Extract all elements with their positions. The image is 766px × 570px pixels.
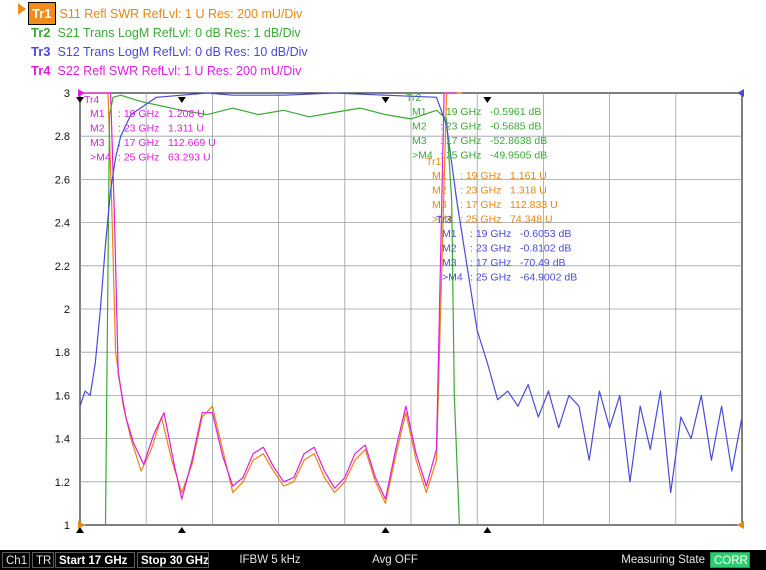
start-frequency[interactable]: Start 17 GHz (55, 552, 135, 568)
marker-row-value: 1.208 U (168, 108, 205, 120)
measuring-state: Measuring State (621, 554, 705, 566)
marker-row-value: -0.8102 dB (520, 243, 571, 255)
y-tick-label: 2 (64, 304, 70, 316)
trace-id-tr2[interactable]: Tr2 (28, 22, 54, 43)
marker-row-frequency: : 23 GHz (460, 185, 501, 197)
marker-table-label-tr2: Tr2 (406, 92, 422, 104)
marker-row-value: 112.669 U (168, 137, 216, 149)
marker-row-frequency: : 19 GHz (460, 170, 501, 182)
marker-row-frequency: : 19 GHz (440, 106, 481, 118)
trace-line-tr1[interactable]: Tr1 S11 Refl SWR RefLvl: 1 U Res: 200 mU/… (0, 2, 303, 25)
marker-row-value: 63.293 U (168, 152, 211, 164)
marker-row-value: -0.6053 dB (520, 228, 571, 240)
trace-header: Tr1 S11 Refl SWR RefLvl: 1 U Res: 200 mU/… (0, 0, 766, 86)
y-tick-labels: 1 1.2 1.4 1.6 1.8 2 2.2 2.4 2.6 2.8 3 (55, 88, 70, 532)
marker-row-name: M2 (432, 185, 447, 197)
marker-table-label-tr1: Tr1 (426, 156, 442, 168)
marker-row-name: M1 (412, 106, 427, 118)
correction-badge[interactable]: CORR (710, 552, 750, 568)
ifbw-label[interactable]: IFBW 5 kHz (210, 552, 330, 568)
marker-row-name: M1 (442, 228, 457, 240)
trace-line-tr3[interactable]: Tr3 S12 Trans LogM RefLvl: 0 dB Res: 10 d… (0, 41, 308, 62)
y-tick-label: 3 (64, 88, 70, 100)
trace-id-tr3[interactable]: Tr3 (28, 41, 54, 62)
marker-row-name: >M4 (90, 152, 111, 164)
marker-row-frequency: : 25 GHz (460, 214, 501, 226)
status-bar: Ch1 TR Start 17 GHz Stop 30 GHz IFBW 5 k… (0, 550, 766, 570)
trace-desc-tr2: S21 Trans LogM RefLvl: 0 dB Res: 1 dB/Di… (57, 26, 301, 40)
plot-area: 1 1.2 1.4 1.6 1.8 2 2.2 2.4 2.6 2.8 3 Tr4 M1 : 19 GH… (55, 88, 744, 533)
vna-screen: Tr1 S11 Refl SWR RefLvl: 1 U Res: 200 mU/… (0, 0, 766, 570)
marker-row-value: -52.8638 dB (490, 135, 547, 147)
y-tick-label: 2.2 (55, 261, 70, 273)
marker-row-frequency: : 23 GHz (118, 123, 159, 135)
marker-m3-base-icon[interactable] (76, 527, 84, 533)
marker-m1-base-icon[interactable] (177, 527, 186, 533)
marker-row-value: -49.9505 dB (490, 150, 547, 162)
marker-row-name: M2 (442, 243, 457, 255)
marker-row-frequency: : 25 GHz (440, 150, 481, 162)
y-tick-label: 2.4 (55, 218, 70, 230)
averaging-label[interactable]: Avg OFF (330, 552, 460, 568)
marker-row-name: M1 (432, 170, 447, 182)
trace-mode-label[interactable]: TR (32, 552, 54, 568)
marker-row-frequency: : 17 GHz (470, 257, 511, 269)
marker-row-value: -0.5685 dB (490, 121, 541, 133)
marker-row-name: M3 (412, 135, 427, 147)
y-tick-label: 1.4 (55, 434, 70, 446)
marker-row-value: 1.311 U (168, 123, 204, 135)
y-tick-label: 1.8 (55, 347, 70, 359)
marker-row-value: 1.318 U (510, 185, 547, 197)
y-tick-label: 1 (64, 520, 70, 532)
marker-row-value: -64.9002 dB (520, 272, 577, 284)
marker-m4-base-icon[interactable] (483, 527, 492, 533)
marker-row-frequency: : 19 GHz (470, 228, 511, 240)
marker-row-name: M1 (90, 108, 105, 120)
marker-row-name: M3 (90, 137, 105, 149)
marker-row-frequency: : 17 GHz (118, 137, 159, 149)
marker-row-frequency: : 25 GHz (470, 272, 511, 284)
stop-frequency[interactable]: Stop 30 GHz (137, 552, 209, 568)
y-tick-label: 1.2 (55, 477, 70, 489)
marker-row-frequency: : 17 GHz (440, 135, 481, 147)
marker-row-value: 112.833 U (510, 199, 558, 211)
marker-table-label-tr4: Tr4 (84, 94, 100, 106)
marker-row-value: -70.49 dB (520, 257, 566, 269)
channel-label[interactable]: Ch1 (2, 552, 30, 568)
y-tick-label: 2.8 (55, 131, 70, 143)
trace-line-tr2[interactable]: Tr2 S21 Trans LogM RefLvl: 0 dB Res: 1 dB… (0, 22, 301, 43)
marker-row-frequency: : 17 GHz (460, 199, 501, 211)
marker-row-name: M3 (442, 257, 457, 269)
marker-row-value: -0.5961 dB (490, 106, 541, 118)
marker-row-frequency: : 19 GHz (118, 108, 159, 120)
marker-row-frequency: : 25 GHz (118, 152, 159, 164)
y-tick-label: 1.6 (55, 390, 70, 402)
trace-id-tr4[interactable]: Tr4 (28, 60, 54, 81)
marker-row-name: M3 (432, 199, 447, 211)
marker-row-name: M2 (90, 123, 105, 135)
y-tick-label: 2.6 (55, 174, 70, 186)
trace-desc-tr1: S11 Refl SWR RefLvl: 1 U Res: 200 mU/Div (59, 7, 303, 21)
marker-row-frequency: : 23 GHz (440, 121, 481, 133)
marker-row-value: 74.348 U (510, 214, 553, 226)
marker-row-frequency: : 23 GHz (470, 243, 511, 255)
trace-desc-tr3: S12 Trans LogM RefLvl: 0 dB Res: 10 dB/D… (57, 45, 308, 59)
trace-desc-tr4: S22 Refl SWR RefLvl: 1 U Res: 200 mU/Div (57, 64, 302, 78)
trace-line-tr4[interactable]: Tr4 S22 Refl SWR RefLvl: 1 U Res: 200 mU/… (0, 60, 301, 81)
marker-row-value: 1.161 U (510, 170, 547, 182)
marker-table-label-tr3: Tr3 (436, 214, 452, 226)
marker-row-name: M2 (412, 121, 427, 133)
marker-row-name: >M4 (442, 272, 463, 284)
marker-m2-base-icon[interactable] (381, 527, 390, 533)
